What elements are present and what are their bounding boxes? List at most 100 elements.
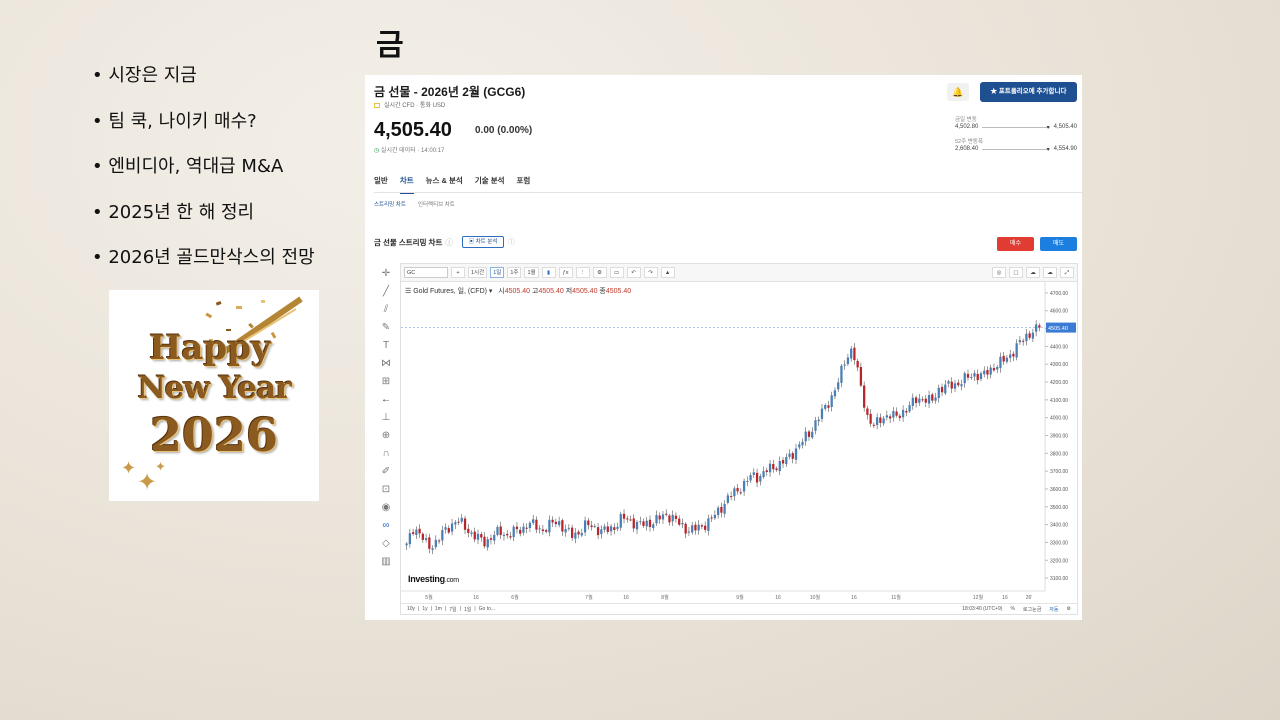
candle-body xyxy=(535,519,538,530)
candle-body xyxy=(528,522,532,529)
link-icon[interactable]: ∞ xyxy=(377,517,395,535)
info-icon: ⓘ xyxy=(445,238,453,247)
x-tick-label: 16 xyxy=(623,595,629,601)
pattern-icon[interactable]: ⋈ xyxy=(377,355,395,373)
year-2026-text: 2026 xyxy=(149,408,279,462)
candle-body xyxy=(522,526,525,533)
expand-icon[interactable]: ⤢ xyxy=(1060,267,1074,278)
last-price: 4,505.40 xyxy=(374,119,452,141)
pencil-icon[interactable]: ✐ xyxy=(377,463,395,481)
undo-icon[interactable]: ↶ xyxy=(626,267,641,278)
camera-icon[interactable]: ◎ xyxy=(992,267,1006,278)
x-tick-label: 10월 xyxy=(810,594,821,601)
prediction-icon[interactable]: ⊞ xyxy=(377,373,395,391)
cloud-load-icon[interactable]: ☁ xyxy=(1043,267,1057,278)
candle-body xyxy=(603,526,606,530)
buy-button[interactable]: 매수 xyxy=(997,237,1034,251)
fib-icon[interactable]: ⫽ xyxy=(377,301,395,319)
candle-body xyxy=(622,513,626,519)
candle-body xyxy=(895,411,898,416)
interval-button[interactable]: 1일 xyxy=(490,267,505,278)
investing-screenshot: 금 선물 - 2026년 2월 (GCG6) 실시간 CFD · 통화 USD … xyxy=(365,75,1082,620)
candle-body xyxy=(739,492,742,494)
clock-icon: ◷ xyxy=(374,148,380,154)
symbol-input[interactable]: GC xyxy=(404,267,448,278)
price-change: 0.00 (0.00%) xyxy=(475,125,533,136)
price-chart[interactable]: 3100.00 3200.00 3300.00 3400.00 3500.00 3600.… xyxy=(401,282,1077,602)
range-1m[interactable]: 1m xyxy=(435,606,442,612)
candle-body xyxy=(791,453,794,459)
lock-icon[interactable]: ⊡ xyxy=(377,481,395,499)
candle-body xyxy=(843,364,846,366)
fullscreen-layout-icon[interactable]: ▢ xyxy=(1009,267,1023,278)
candle-body xyxy=(509,536,512,538)
layers-icon[interactable]: ◇ xyxy=(377,535,395,553)
candle-body xyxy=(837,382,840,390)
candle-body xyxy=(532,519,535,524)
interval-button[interactable]: 1주 xyxy=(507,267,522,278)
text-icon[interactable]: T xyxy=(377,337,395,355)
candle-body xyxy=(411,532,415,534)
candle-body xyxy=(538,528,541,530)
alert-icon[interactable]: ▲ xyxy=(660,267,675,278)
instrument-subtitle: 실시간 CFD · 통화 USD xyxy=(374,100,445,109)
candle-body xyxy=(992,368,996,371)
compare-button[interactable]: + xyxy=(451,267,465,278)
subtab-interactive[interactable]: 인터랙티브 차트 xyxy=(418,200,455,208)
cloud-save-icon[interactable]: ☁ xyxy=(1026,267,1040,278)
settings-icon[interactable]: ⚙ xyxy=(592,267,607,278)
arrow-left-icon[interactable]: ← xyxy=(377,391,395,409)
range-1y[interactable]: 1y xyxy=(422,606,427,612)
candle-body xyxy=(639,521,642,523)
range-7d[interactable]: 7일 xyxy=(449,606,456,613)
chart-analysis-button[interactable]: ▣ 차트 분석 xyxy=(462,236,504,248)
info-icon: ⓘ xyxy=(508,239,515,246)
log-toggle[interactable]: 로그눈금 xyxy=(1023,606,1041,613)
settings-icon[interactable]: ⚙ xyxy=(1067,606,1071,613)
y-tick-label: 3900.00 xyxy=(1050,434,1068,440)
crosshair-icon[interactable]: ✛ xyxy=(377,265,395,283)
candle-body xyxy=(437,540,441,542)
y-tick-label: 4200.00 xyxy=(1050,380,1068,386)
chart-subtabs: 스트리밍 차트 인터랙티브 차트 xyxy=(374,200,455,208)
candle-body xyxy=(486,539,489,548)
candle-body xyxy=(506,533,509,536)
interval-button[interactable]: 1월 xyxy=(524,267,539,278)
trash-icon[interactable]: ▥ xyxy=(377,553,395,571)
layout-icon[interactable]: ▭ xyxy=(609,267,624,278)
magnet-icon[interactable]: ∩ xyxy=(377,445,395,463)
candle-body xyxy=(911,397,914,406)
zoom-icon[interactable]: ⊕ xyxy=(377,427,395,445)
candle-body xyxy=(888,416,892,419)
brush-icon[interactable]: ✎ xyxy=(377,319,395,337)
subtab-streaming[interactable]: 스트리밍 차트 xyxy=(374,200,406,208)
trend-line-icon[interactable]: ╱ xyxy=(377,283,395,301)
percent-toggle[interactable]: % xyxy=(1010,606,1014,613)
measure-icon[interactable]: ⊥ xyxy=(377,409,395,427)
candle-body xyxy=(665,513,668,515)
flag-icon xyxy=(374,102,380,108)
add-portfolio-button[interactable]: ★ 포트폴리오에 추가합니다 xyxy=(980,82,1077,102)
goto-button[interactable]: Go to... xyxy=(479,606,495,612)
interval-button[interactable]: 1시간 xyxy=(468,267,488,278)
candle-body xyxy=(671,514,674,522)
candle-body xyxy=(600,529,603,535)
indicators-icon[interactable]: ƒx xyxy=(558,267,573,278)
range-10y[interactable]: 10y xyxy=(407,606,415,612)
candle-body xyxy=(953,383,957,389)
happy-new-year-image: Happy New Year 2026 ✦ ✦ ✦ xyxy=(109,290,319,501)
templates-icon[interactable]: ⫶ xyxy=(575,267,590,278)
week52-range: 52주 변동폭 2,608.40 ▾ 4,554.90 xyxy=(955,139,1077,153)
range-1d[interactable]: 1일 xyxy=(464,606,471,613)
sell-button[interactable]: 매도 xyxy=(1040,237,1077,251)
candle-body xyxy=(574,532,577,539)
redo-icon[interactable]: ↷ xyxy=(643,267,658,278)
auto-toggle[interactable]: 자동 xyxy=(1049,606,1058,613)
candle-body xyxy=(454,522,457,525)
candle-body xyxy=(583,520,587,533)
candle-body xyxy=(700,525,704,527)
eye-icon[interactable]: ◉ xyxy=(377,499,395,517)
candle-type-icon[interactable]: ▮ xyxy=(541,267,556,278)
candle-body xyxy=(824,405,827,409)
alert-button[interactable]: 🔔 xyxy=(947,83,969,101)
